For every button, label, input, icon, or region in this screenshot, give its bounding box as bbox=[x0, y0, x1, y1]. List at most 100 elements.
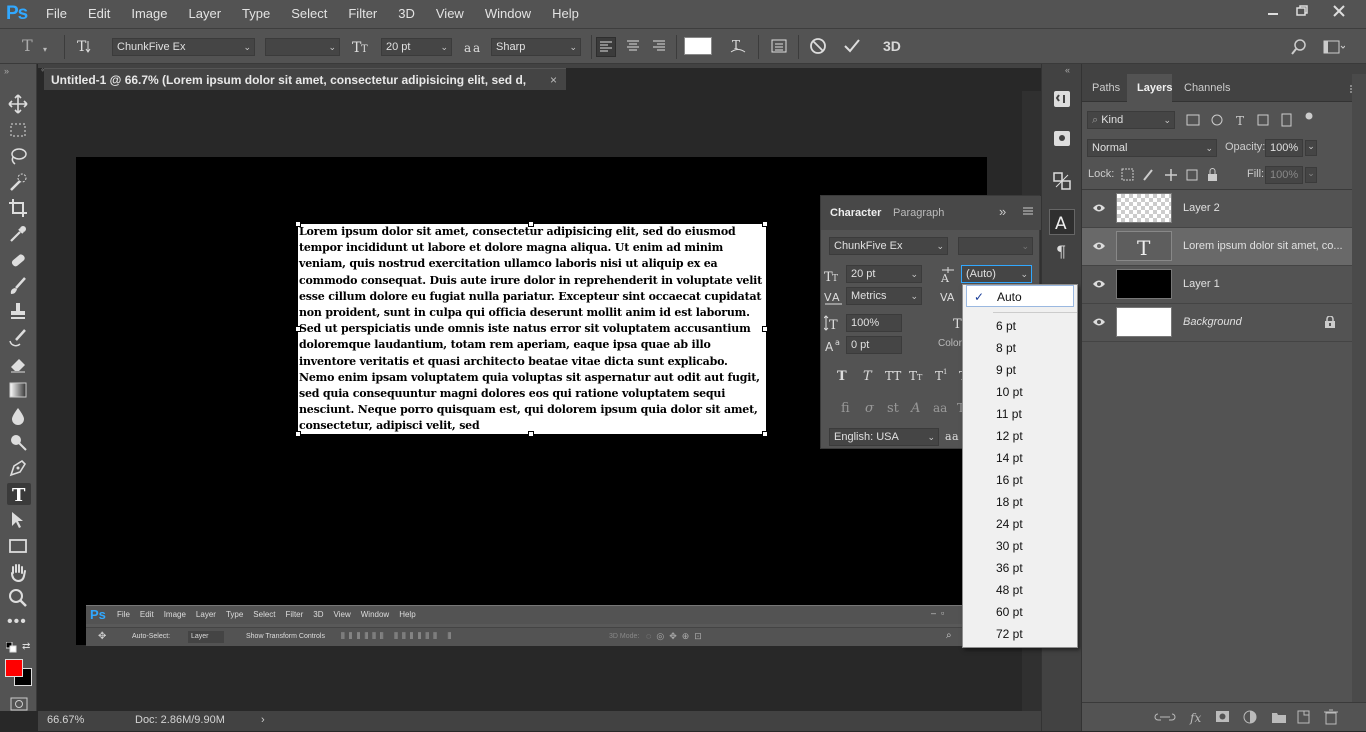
type-tool-preset-icon[interactable]: T bbox=[22, 38, 33, 54]
char-baseline-input[interactable]: 0 pt bbox=[846, 336, 902, 354]
align-right-icon[interactable] bbox=[650, 37, 668, 55]
warp-text-icon[interactable]: T bbox=[729, 37, 747, 55]
leading-option[interactable]: 48 pt bbox=[963, 579, 1077, 601]
swap-colors-icon[interactable]: ⇄ bbox=[22, 641, 30, 652]
layer-row[interactable]: Layer 2 bbox=[1082, 190, 1352, 228]
transform-handle[interactable] bbox=[762, 326, 768, 332]
visibility-eye-icon[interactable] bbox=[1092, 239, 1106, 253]
zoom-level[interactable]: 66.67% bbox=[47, 711, 84, 729]
opacity-input[interactable]: 100% bbox=[1265, 139, 1303, 157]
menu-file[interactable]: File bbox=[46, 6, 67, 21]
layer-name[interactable]: Layer 2 bbox=[1183, 202, 1220, 214]
character-panel-icon[interactable]: A bbox=[1049, 209, 1075, 235]
close-window-icon[interactable] bbox=[1332, 4, 1346, 18]
align-center-icon[interactable] bbox=[624, 37, 642, 55]
leading-option[interactable]: 60 pt bbox=[963, 601, 1077, 623]
transform-handle[interactable] bbox=[528, 431, 534, 437]
leading-option[interactable]: 11 pt bbox=[963, 403, 1077, 425]
restore-icon[interactable] bbox=[1295, 4, 1309, 18]
fill-arrow-icon[interactable]: ⌄ bbox=[1305, 167, 1317, 183]
layer-row[interactable]: Background bbox=[1082, 304, 1352, 342]
char-language-select[interactable]: English: USA ⌄ bbox=[829, 428, 939, 446]
menu-window[interactable]: Window bbox=[485, 6, 531, 21]
transform-handle[interactable] bbox=[295, 431, 301, 437]
leading-option[interactable]: 24 pt bbox=[963, 513, 1077, 535]
history-brush-tool-icon[interactable] bbox=[7, 327, 31, 349]
toggle-orientation-icon[interactable]: T bbox=[76, 38, 94, 54]
font-family-select[interactable]: ChunkFive Ex ⌄ bbox=[112, 38, 255, 56]
char-vscale-input[interactable]: 100% bbox=[846, 314, 902, 332]
character-panel-toggle-icon[interactable] bbox=[770, 37, 788, 55]
transform-handle[interactable] bbox=[295, 221, 301, 227]
brush-tool-icon[interactable] bbox=[7, 275, 31, 297]
crop-tool-icon[interactable] bbox=[7, 197, 31, 219]
quick-mask-icon[interactable] bbox=[10, 697, 28, 711]
char-style-select[interactable]: ⌄ bbox=[958, 237, 1033, 255]
layer-row[interactable]: Layer 1 bbox=[1082, 266, 1352, 304]
layer-name[interactable]: Layer 1 bbox=[1183, 278, 1220, 290]
char-font-select[interactable]: ChunkFive Ex ⌄ bbox=[829, 237, 948, 255]
leading-option[interactable]: 18 pt bbox=[963, 491, 1077, 513]
collapse-panel-icon[interactable]: » bbox=[999, 204, 1006, 219]
fill-input[interactable]: 100% bbox=[1265, 166, 1303, 184]
text-layer-content[interactable]: Lorem ipsum dolor sit amet, consectetur … bbox=[298, 224, 766, 434]
menu-image[interactable]: Image bbox=[131, 6, 167, 21]
layers-scrollbar[interactable] bbox=[1352, 74, 1366, 731]
menu-layer[interactable]: Layer bbox=[189, 6, 222, 21]
type-tool-icon[interactable]: T bbox=[7, 483, 31, 505]
opacity-arrow-icon[interactable]: ⌄ bbox=[1305, 140, 1317, 156]
layer-name[interactable]: Background bbox=[1183, 316, 1242, 328]
leading-option-auto[interactable]: ✓ Auto bbox=[966, 285, 1074, 307]
menu-view[interactable]: View bbox=[436, 6, 464, 21]
visibility-eye-icon[interactable] bbox=[1092, 201, 1106, 215]
layer-filter-kind[interactable]: ⌕ Kind ⌄ bbox=[1087, 111, 1175, 129]
blur-tool-icon[interactable] bbox=[7, 405, 31, 427]
font-style-select[interactable]: ⌄ bbox=[265, 38, 340, 56]
leading-option[interactable]: 36 pt bbox=[963, 557, 1077, 579]
layer-row-selected[interactable]: T Lorem ipsum dolor sit amet, co... bbox=[1082, 228, 1352, 266]
layer-name[interactable]: Lorem ipsum dolor sit amet, co... bbox=[1183, 240, 1343, 252]
leading-option[interactable]: 6 pt bbox=[963, 315, 1077, 337]
paragraph-panel-icon[interactable]: ¶ bbox=[1050, 239, 1074, 263]
visibility-eye-icon[interactable] bbox=[1092, 315, 1106, 329]
eraser-tool-icon[interactable] bbox=[7, 353, 31, 375]
properties-panel-icon[interactable] bbox=[1050, 126, 1074, 150]
commit-edits-icon[interactable] bbox=[843, 37, 861, 55]
tab-paragraph[interactable]: Paragraph bbox=[893, 207, 944, 219]
leading-option[interactable]: 14 pt bbox=[963, 447, 1077, 469]
default-colors-icon[interactable] bbox=[6, 642, 18, 654]
antialias-select[interactable]: Sharp ⌄ bbox=[491, 38, 581, 56]
collapse-dock-icon[interactable]: « bbox=[1065, 65, 1070, 75]
move-tool-icon[interactable] bbox=[7, 93, 31, 115]
foreground-color-swatch[interactable] bbox=[5, 659, 23, 677]
3d-text-button[interactable]: 3D bbox=[883, 39, 901, 53]
transform-handle[interactable] bbox=[762, 431, 768, 437]
char-kerning-select[interactable]: Metrics ⌄ bbox=[846, 287, 922, 305]
menu-3d[interactable]: 3D bbox=[398, 6, 415, 21]
leading-option[interactable]: 72 pt bbox=[963, 623, 1077, 645]
tab-character[interactable]: Character bbox=[830, 207, 881, 219]
char-leading-select[interactable]: (Auto) ⌄ bbox=[961, 265, 1032, 283]
menu-type[interactable]: Type bbox=[242, 6, 270, 21]
pen-tool-icon[interactable] bbox=[7, 457, 31, 479]
menu-edit[interactable]: Edit bbox=[88, 6, 110, 21]
collapse-toolbar-icon[interactable]: » bbox=[4, 66, 9, 76]
transform-handle[interactable] bbox=[295, 326, 301, 332]
font-size-select[interactable]: 20 pt ⌄ bbox=[381, 38, 452, 56]
more-tools-icon[interactable]: ••• bbox=[7, 613, 31, 635]
marquee-tool-icon[interactable] bbox=[7, 119, 31, 141]
leading-option[interactable]: 8 pt bbox=[963, 337, 1077, 359]
eyedropper-tool-icon[interactable] bbox=[7, 223, 31, 245]
search-icon[interactable] bbox=[1290, 38, 1308, 56]
text-color-swatch[interactable] bbox=[684, 37, 712, 55]
hand-tool-icon[interactable] bbox=[7, 561, 31, 583]
panel-menu-icon[interactable] bbox=[1022, 205, 1034, 217]
path-selection-tool-icon[interactable] bbox=[7, 509, 31, 531]
menu-filter[interactable]: Filter bbox=[348, 6, 377, 21]
align-left-icon[interactable] bbox=[596, 37, 616, 57]
tab-layers[interactable]: Layers bbox=[1137, 82, 1172, 94]
rectangle-tool-icon[interactable] bbox=[7, 535, 31, 557]
zoom-tool-icon[interactable] bbox=[7, 587, 31, 609]
leading-option[interactable]: 30 pt bbox=[963, 535, 1077, 557]
healing-brush-tool-icon[interactable] bbox=[7, 249, 31, 271]
